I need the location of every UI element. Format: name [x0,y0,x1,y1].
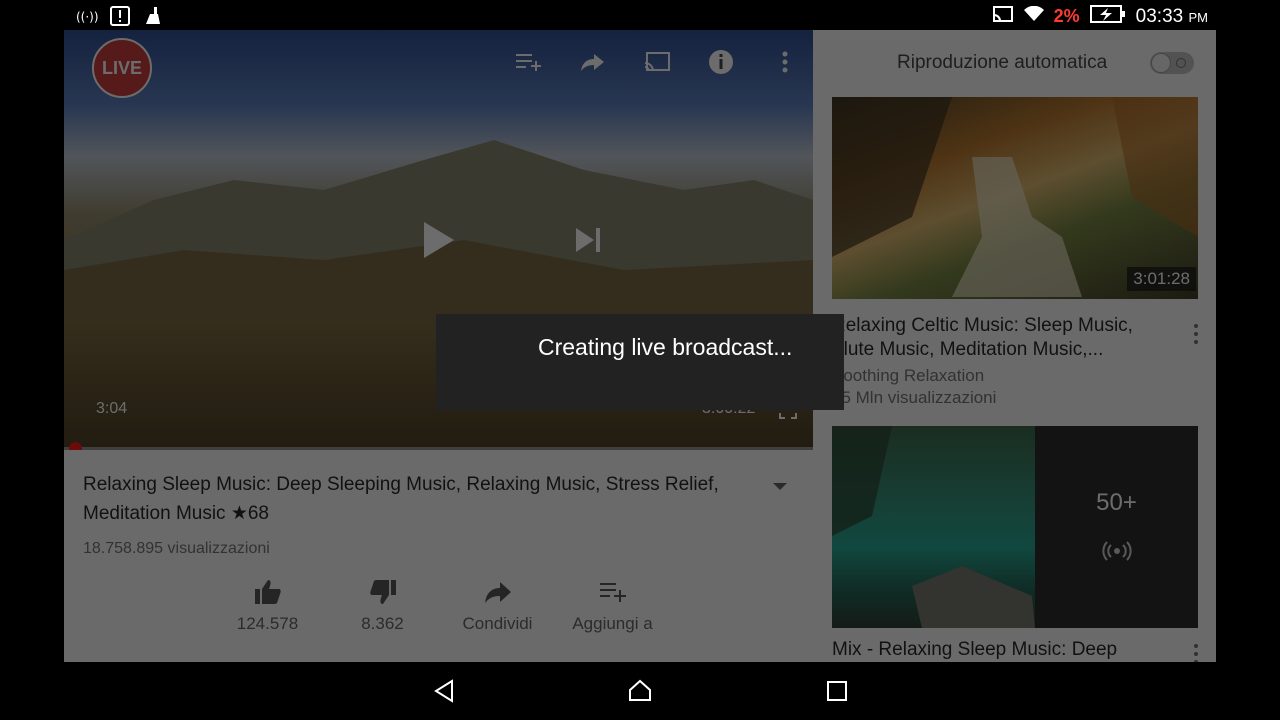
like-count: 124.578 [236,614,299,633]
toggle-off-indicator [1176,58,1186,68]
video-actions: 124.578 8.362 Condividi Aggiungi a [210,578,670,634]
add-to-label: Aggiungi a [572,614,653,633]
share-icon[interactable] [579,48,607,76]
mix-title[interactable]: Mix - Relaxing Sleep Music: Deep [832,638,1172,662]
clock-suffix: PM [1188,9,1209,25]
more-vert-icon[interactable] [1193,324,1199,344]
cleaner-icon [142,6,162,31]
more-vert-icon[interactable] [771,48,799,76]
player-top-controls [515,48,799,76]
share-button[interactable]: Condividi [440,578,555,634]
cast-icon [992,5,1014,28]
clock-time: 03:33 [1135,5,1184,27]
video-info: Relaxing Sleep Music: Deep Sleeping Musi… [64,450,813,662]
add-to-button[interactable]: Aggiungi a [555,578,670,634]
thumbs-down-icon [369,580,396,604]
wifi-icon [1023,5,1044,27]
current-time: 3:04 [96,400,128,417]
toggle-knob [1151,53,1171,73]
add-to-playlist-icon [599,583,626,602]
wireless-broadcast-icon: ((·)) [76,7,99,30]
share-icon [484,582,511,603]
home-icon[interactable] [627,678,653,704]
navigation-bar [0,662,1280,720]
mix-overlay: 50+ [1035,426,1198,628]
add-to-playlist-icon[interactable] [515,48,543,76]
dislike-button[interactable]: 8.362 [325,578,440,634]
recents-icon[interactable] [824,678,850,704]
related-views: 15 Mln visualizzazioni [832,388,997,407]
related-title[interactable]: Relaxing Celtic Music: Sleep Music, Flut… [832,314,1172,362]
related-thumbnail[interactable]: 3:01:28 [832,97,1198,299]
status-left-icons: ((·)) [76,6,162,31]
progress-scrubber[interactable] [69,442,82,450]
chevron-down-icon[interactable] [770,476,790,496]
play-icon[interactable] [420,220,456,265]
svg-text:((·)): ((·)) [76,10,98,24]
player-center-controls [420,220,602,265]
video-title: Relaxing Sleep Music: Deep Sleeping Musi… [83,474,719,524]
battery-charging-icon [1089,4,1126,29]
status-right-icons: 2% 03:33 PM [992,4,1208,29]
dislike-count: 8.362 [361,614,404,633]
toast-message: Creating live broadcast... [436,314,844,410]
autoplay-toggle[interactable] [1150,52,1194,74]
info-icon[interactable] [707,48,735,76]
related-sidebar: Riproduzione automatica 3:01:28 Relaxing… [813,30,1216,662]
skip-next-icon[interactable] [574,226,602,259]
autoplay-label: Riproduzione automatica [897,52,1108,73]
battery-percent: 2% [1053,6,1080,26]
mix-thumbnail[interactable]: 50+ [832,426,1198,628]
status-bar: ((·)) 2% 03:33 PM [0,0,1280,32]
share-label: Condividi [462,614,533,633]
cast-icon[interactable] [643,48,671,76]
like-button[interactable]: 124.578 [210,578,325,634]
thumbs-up-icon [254,580,281,604]
related-channel: Soothing Relaxation [832,366,985,385]
more-vert-icon[interactable] [1193,644,1199,662]
alert-icon [110,6,130,31]
video-duration: 3:01:28 [1127,267,1196,291]
mix-count: 50+ [1096,488,1137,516]
live-badge[interactable]: LIVE [92,38,152,98]
back-icon[interactable] [432,678,458,704]
view-count: 18.758.895 visualizzazioni [83,540,270,557]
clock: 03:33 PM [1136,6,1208,28]
broadcast-icon [1101,540,1132,566]
lake-image [832,426,1035,628]
